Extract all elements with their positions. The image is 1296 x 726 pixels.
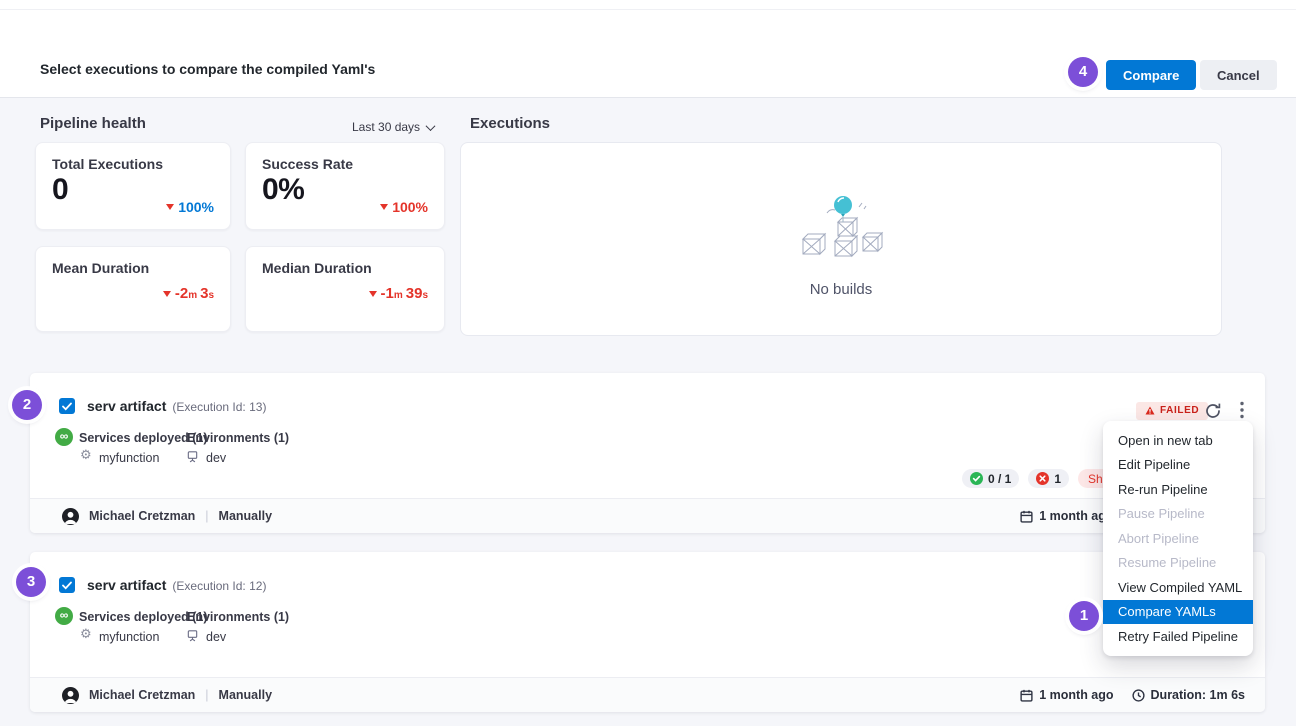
execution-title-row: serv artifact (Execution Id: 12) xyxy=(87,577,266,593)
duration: Duration: 1m 6s xyxy=(1151,688,1245,702)
trend-down-icon xyxy=(166,204,174,210)
time-ago: 1 month ago xyxy=(1039,688,1113,702)
step-badge-4: 4 xyxy=(1068,57,1098,87)
trend-down-icon xyxy=(380,204,388,210)
gear-icon: ⚙ xyxy=(80,447,92,463)
execution-id: (Execution Id: 12) xyxy=(172,579,266,593)
cd-service-icon: ∞ xyxy=(55,428,73,446)
execution-context-menu: Open in new tab Edit Pipeline Re-run Pip… xyxy=(1103,421,1253,656)
menu-item-rerun-pipeline[interactable]: Re-run Pipeline xyxy=(1103,477,1253,502)
executions-title: Executions xyxy=(470,115,550,132)
execution-title-row: serv artifact (Execution Id: 13) xyxy=(87,398,266,414)
pipeline-health-title: Pipeline health xyxy=(40,115,146,132)
calendar-icon xyxy=(1020,510,1033,523)
compare-executions-page: Select executions to compare the compile… xyxy=(0,0,1296,726)
time-range-label: Last 30 days xyxy=(352,120,420,134)
step-badge-1: 1 xyxy=(1069,601,1099,631)
trigger-type: Manually xyxy=(219,509,273,523)
cancel-button[interactable]: Cancel xyxy=(1200,60,1277,90)
environment-name: dev xyxy=(206,451,226,465)
divider: | xyxy=(205,688,208,702)
compare-button[interactable]: Compare xyxy=(1106,60,1196,90)
gear-icon: ⚙ xyxy=(80,626,92,642)
metric-label: Median Duration xyxy=(262,260,372,276)
kebab-icon xyxy=(1240,401,1244,419)
executions-empty-panel: No builds xyxy=(460,142,1222,336)
pipeline-name[interactable]: serv artifact xyxy=(87,577,166,593)
failed-count-pill: 1 xyxy=(1028,469,1069,488)
menu-item-edit-pipeline[interactable]: Edit Pipeline xyxy=(1103,453,1253,478)
time-range-dropdown[interactable]: Last 30 days xyxy=(352,120,434,134)
execution-checkbox[interactable] xyxy=(59,398,75,414)
avatar xyxy=(62,508,79,525)
execution-checkbox[interactable] xyxy=(59,577,75,593)
author-name: Michael Cretzman xyxy=(89,688,195,702)
menu-item-open-in-new-tab[interactable]: Open in new tab xyxy=(1103,428,1253,453)
execution-id: (Execution Id: 13) xyxy=(172,400,266,414)
metric-delta: 100% xyxy=(380,199,428,215)
execution-row-12[interactable]: serv artifact (Execution Id: 12) ∞ Servi… xyxy=(30,552,1265,712)
service-name: myfunction xyxy=(99,630,159,644)
metric-value: 0% xyxy=(262,173,304,207)
success-count-pill: 0 / 1 xyxy=(962,469,1019,488)
menu-item-pause-pipeline: Pause Pipeline xyxy=(1103,502,1253,527)
pipeline-name[interactable]: serv artifact xyxy=(87,398,166,414)
x-circle-icon xyxy=(1036,472,1049,485)
metric-value: 0 xyxy=(52,173,68,207)
cd-service-icon: ∞ xyxy=(55,607,73,625)
menu-item-retry-failed-pipeline[interactable]: Retry Failed Pipeline xyxy=(1103,624,1253,649)
check-circle-icon xyxy=(970,472,983,485)
environments-label: Environments (1) xyxy=(187,610,289,624)
page-title: Select executions to compare the compile… xyxy=(40,61,375,77)
trend-down-icon xyxy=(369,291,377,297)
menu-item-compare-yamls[interactable]: Compare YAMLs xyxy=(1103,600,1253,625)
avatar xyxy=(62,687,79,704)
menu-item-resume-pipeline: Resume Pipeline xyxy=(1103,551,1253,576)
metric-label: Total Executions xyxy=(52,156,163,172)
environment-icon xyxy=(186,450,199,463)
service-name: myfunction xyxy=(99,451,159,465)
top-divider xyxy=(0,9,1296,10)
calendar-icon xyxy=(1020,689,1033,702)
step-badge-2: 2 xyxy=(12,390,42,420)
metric-label: Mean Duration xyxy=(52,260,149,276)
status-badge-failed: FAILED xyxy=(1136,402,1208,420)
metric-card-mean-duration: Mean Duration -2m 3s xyxy=(35,246,231,332)
menu-item-abort-pipeline: Abort Pipeline xyxy=(1103,526,1253,551)
metric-delta: -2m 3s xyxy=(163,285,214,302)
check-icon xyxy=(62,402,72,411)
execution-row-13[interactable]: serv artifact (Execution Id: 13) ∞ Servi… xyxy=(30,373,1265,533)
menu-item-view-compiled-yaml[interactable]: View Compiled YAML xyxy=(1103,575,1253,600)
metric-delta: 100% xyxy=(166,199,214,215)
no-builds-illustration xyxy=(791,191,891,271)
step-badge-3: 3 xyxy=(16,567,46,597)
metric-card-median-duration: Median Duration -1m 39s xyxy=(245,246,445,332)
execution-footer: Michael Cretzman | Manually 1 month ago … xyxy=(30,677,1265,712)
trend-down-icon xyxy=(163,291,171,297)
trigger-type: Manually xyxy=(219,688,273,702)
author-name: Michael Cretzman xyxy=(89,509,195,523)
chevron-down-icon xyxy=(426,121,436,131)
check-icon xyxy=(62,581,72,590)
warning-triangle-icon xyxy=(1145,406,1155,415)
metric-label: Success Rate xyxy=(262,156,353,172)
metric-card-total-executions: Total Executions 0 100% xyxy=(35,142,231,230)
empty-state-text: No builds xyxy=(810,281,873,298)
execution-footer: Michael Cretzman | Manually 1 month ago … xyxy=(30,498,1265,533)
metric-delta: -1m 39s xyxy=(369,285,429,302)
environment-name: dev xyxy=(206,630,226,644)
metric-card-success-rate: Success Rate 0% 100% xyxy=(245,142,445,230)
clock-icon xyxy=(1132,689,1145,702)
environments-label: Environments (1) xyxy=(187,431,289,445)
environment-icon xyxy=(186,629,199,642)
divider: | xyxy=(205,509,208,523)
